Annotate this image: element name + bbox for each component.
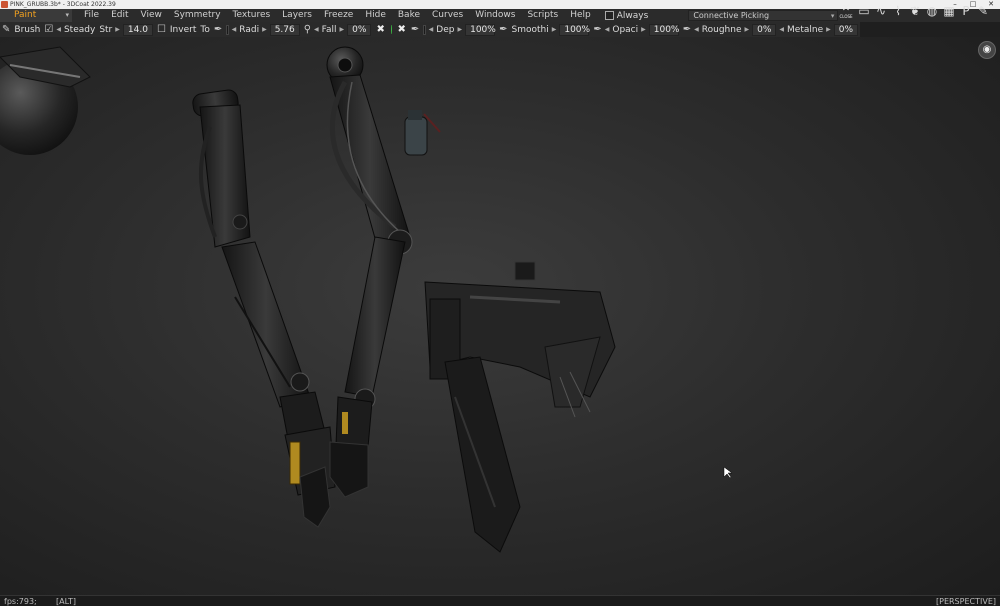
- brush-icon: ✎: [2, 23, 11, 35]
- arrow-left-icon[interactable]: ◀: [313, 26, 320, 33]
- mouse-cursor-icon: [723, 466, 733, 479]
- spline-icon[interactable]: ⌇: [891, 4, 905, 18]
- arrow-right-icon[interactable]: ▶: [640, 26, 647, 33]
- pen-pressure-icon[interactable]: ✒: [593, 24, 601, 36]
- falloff-label: Fall: [321, 24, 337, 35]
- menu-view[interactable]: View: [135, 9, 168, 22]
- chevron-down-icon: ▾: [830, 12, 835, 20]
- pressure-toggle[interactable]: [226, 24, 229, 35]
- pen-pressure-icon[interactable]: ✒: [214, 24, 222, 36]
- arrow-right-icon[interactable]: ▶: [261, 26, 268, 33]
- opacity-label: Opaci: [612, 24, 639, 35]
- depth-label: Dep: [436, 24, 455, 35]
- window-title: PINK_GRUBB.3b* - 3DCoat 2022.39: [10, 1, 116, 8]
- arrow-right-icon[interactable]: ▶: [339, 26, 346, 33]
- always-label: Always: [616, 10, 649, 21]
- quick-tools: ✕ CLOSE ▭ ∿ ⌇ ❦ ◍ ▦ P ✎: [838, 4, 990, 22]
- partial-sphere-object: [0, 46, 91, 155]
- depth-value-field[interactable]: 100%: [465, 23, 496, 36]
- 3d-viewport[interactable]: ◉: [0, 37, 1000, 595]
- arrow-left-icon[interactable]: ◀: [231, 26, 238, 33]
- opacity-value-field[interactable]: 100%: [648, 23, 679, 36]
- close-tool-button[interactable]: ✕ CLOSE: [838, 4, 854, 22]
- room-label: Paint: [14, 10, 37, 20]
- chevron-down-icon: ▾: [65, 11, 69, 19]
- metalness-label: Metalne: [787, 24, 824, 35]
- grenade-object: [404, 110, 441, 156]
- smooth-label: Smoothi: [511, 24, 549, 35]
- roughness-value-field[interactable]: 0%: [752, 23, 777, 36]
- robot-arm-left: [192, 89, 336, 528]
- menu-layers[interactable]: Layers: [276, 9, 318, 22]
- projection-mode[interactable]: [PERSPECTIVE]: [936, 596, 996, 606]
- steady-label[interactable]: Steady: [62, 25, 97, 35]
- picking-mode-value: Connective Picking: [693, 11, 770, 20]
- arrow-right-icon[interactable]: ▶: [114, 26, 121, 33]
- robot-arm-right: [326, 46, 413, 498]
- arrow-right-icon[interactable]: ▶: [825, 26, 832, 33]
- roughness-label: Roughne: [701, 24, 742, 35]
- status-bar: fps:793; [ALT] [PERSPECTIVE]: [0, 595, 1000, 606]
- depth-pressure-toggle[interactable]: [423, 24, 426, 35]
- arrow-left-icon[interactable]: ◀: [428, 26, 435, 33]
- picking-mode-dropdown[interactable]: Connective Picking ▾: [688, 10, 839, 21]
- menu-help[interactable]: Help: [564, 9, 597, 22]
- pen-icon[interactable]: ✎: [976, 4, 990, 18]
- metalness-value-field[interactable]: 0%: [833, 23, 859, 36]
- steady-value-field[interactable]: 14.0: [122, 23, 153, 36]
- modifier-key-readout: [ALT]: [56, 597, 76, 606]
- brush-label[interactable]: Brush: [12, 25, 42, 35]
- arrow-left-icon[interactable]: ◀: [604, 26, 611, 33]
- stamp-icon[interactable]: ◍: [925, 4, 939, 18]
- radius-label: Radi: [239, 24, 260, 35]
- to-label: To: [200, 24, 210, 35]
- arrow-right-icon[interactable]: ▶: [743, 26, 750, 33]
- pen-pressure-icon[interactable]: ✒: [683, 24, 691, 36]
- checker-icon[interactable]: ▦: [942, 4, 956, 18]
- menu-symmetry[interactable]: Symmetry: [168, 9, 227, 22]
- menu-edit[interactable]: Edit: [105, 9, 134, 22]
- magnifier-icon[interactable]: ⚲: [304, 24, 311, 36]
- scene-render: [0, 46, 733, 553]
- always-checkbox[interactable]: Always: [597, 10, 649, 21]
- menu-hide[interactable]: Hide: [359, 9, 392, 22]
- falloff-value-field[interactable]: 0%: [347, 23, 372, 36]
- checkbox-icon: [604, 11, 614, 20]
- tool-options-bar: ✎ Brush ☑ ◀ Steady Str ▶ 14.0 ☐ Invert T…: [0, 22, 860, 37]
- checkbox-icon[interactable]: ☐: [157, 24, 166, 36]
- pen-pressure-icon[interactable]: ✒: [411, 24, 419, 36]
- invert-label: Invert: [169, 24, 197, 35]
- rifle-object: [424, 261, 616, 553]
- arrow-left-icon[interactable]: ◀: [693, 26, 700, 33]
- menu-bake[interactable]: Bake: [392, 9, 426, 22]
- p-icon[interactable]: P: [959, 4, 973, 18]
- menu-freeze[interactable]: Freeze: [318, 9, 359, 22]
- arrow-right-icon[interactable]: ▶: [456, 26, 463, 33]
- pen-pressure-icon[interactable]: ✒: [499, 24, 507, 36]
- rectangle-select-icon[interactable]: ▭: [857, 4, 871, 18]
- app-logo-icon: [1, 1, 8, 8]
- disable-color-icon[interactable]: ✖: [397, 24, 405, 35]
- fps-readout: fps:793;: [4, 597, 37, 606]
- smooth-value-field[interactable]: 100%: [559, 23, 590, 36]
- curve-icon[interactable]: ∿: [874, 4, 888, 18]
- arrow-left-icon[interactable]: ◀: [778, 26, 785, 33]
- camera-navigation-icon[interactable]: ◉: [978, 41, 996, 59]
- tentacle-icon[interactable]: ❦: [908, 4, 922, 18]
- steady-str-label: Str: [99, 24, 113, 35]
- menu-windows[interactable]: Windows: [469, 9, 521, 22]
- checkbox-checked-icon[interactable]: ☑: [44, 24, 53, 36]
- menu-curves[interactable]: Curves: [426, 9, 469, 22]
- radius-value-field[interactable]: 5.76: [269, 23, 300, 36]
- arrow-left-icon[interactable]: ◀: [55, 26, 62, 33]
- menu-file[interactable]: File: [78, 9, 105, 22]
- menu-scripts[interactable]: Scripts: [521, 9, 564, 22]
- arrow-right-icon[interactable]: ▶: [551, 26, 558, 33]
- menu-textures[interactable]: Textures: [227, 9, 277, 22]
- disable-depth-icon[interactable]: ✖: [376, 24, 384, 35]
- color-active-icon[interactable]: [390, 25, 392, 34]
- room-selector[interactable]: Paint ▾: [0, 9, 72, 22]
